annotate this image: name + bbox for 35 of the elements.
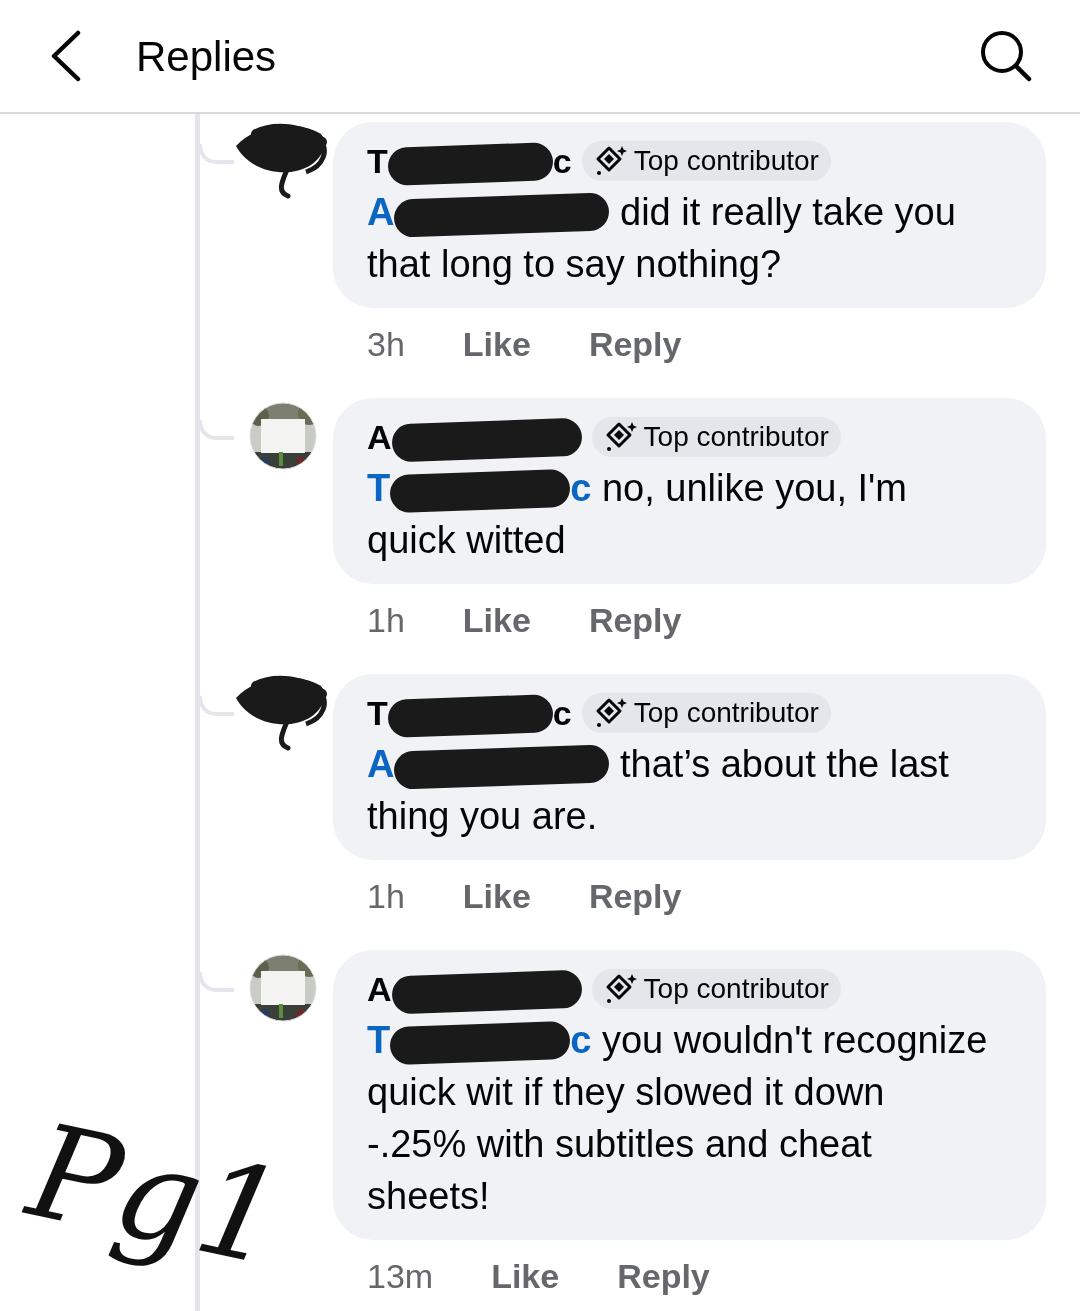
like-button[interactable]: Like [462, 318, 531, 370]
mention-link[interactable]: T c [367, 1019, 592, 1061]
reply-button[interactable]: Reply [588, 594, 682, 646]
comment-text: T c you wouldn't recognize quick wit if they slowed it down -.25% with subtitles and cheat sheets! [367, 1018, 989, 1219]
thread-connector [200, 970, 234, 994]
author-name[interactable]: T c [367, 687, 572, 739]
thread-connector [200, 694, 234, 718]
comment-text: A that’s about the last thing you are. [367, 742, 950, 839]
thread-connector [200, 418, 234, 442]
mention-link[interactable]: T c [367, 467, 592, 509]
timestamp: 3h [367, 323, 405, 365]
comment-text: A did it really take you that long to say nothing? [367, 190, 957, 287]
handwritten-note: Pg1 [19, 1105, 295, 1285]
timestamp: 13m [367, 1255, 434, 1297]
like-button[interactable]: Like [491, 1250, 560, 1302]
thread-connector [200, 142, 234, 166]
author-name[interactable]: A [367, 963, 582, 1015]
like-button[interactable]: Like [462, 870, 531, 922]
badge: Top contributor [591, 417, 841, 457]
timestamp: 1h [367, 599, 405, 641]
badge: Top contributor [591, 969, 841, 1009]
author-name[interactable]: A [367, 411, 582, 463]
author-name[interactable]: T c [367, 135, 572, 187]
page-title: Replies [136, 31, 277, 82]
mention-link[interactable]: A [367, 191, 610, 233]
badge: Top contributor [581, 141, 831, 181]
like-button[interactable]: Like [462, 594, 531, 646]
timestamp: 1h [367, 875, 405, 917]
search-icon[interactable] [980, 30, 1032, 82]
comment-text: T c no, unlike you, I'm quick witted [367, 466, 908, 563]
badge: Top contributor [581, 693, 831, 733]
reply-button[interactable]: Reply [588, 318, 682, 370]
mention-link[interactable]: A [367, 743, 610, 785]
reply-button[interactable]: Reply [588, 870, 682, 922]
reply-button[interactable]: Reply [617, 1250, 710, 1302]
